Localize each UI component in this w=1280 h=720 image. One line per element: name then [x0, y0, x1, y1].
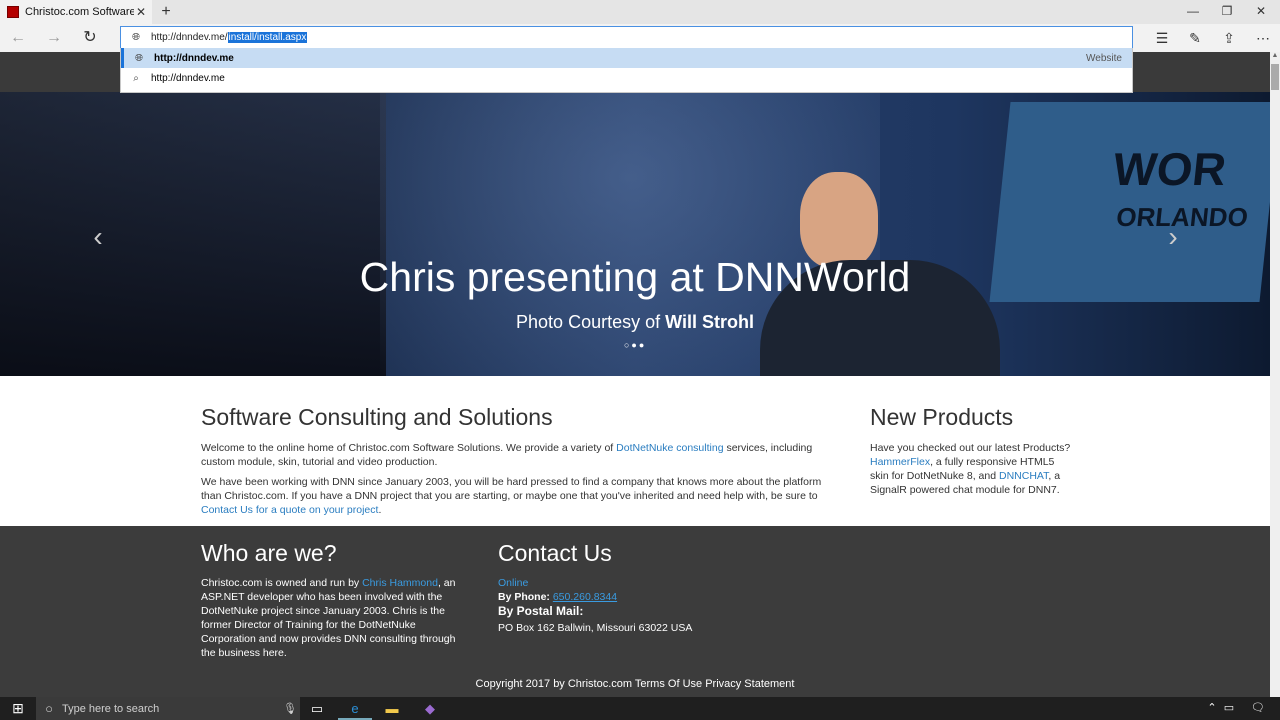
banner-text-1: WOR — [1110, 143, 1229, 195]
main-title: Software Consulting and Solutions — [201, 404, 553, 430]
phone-label: By Phone: — [498, 591, 553, 603]
history-paragraph: We have been working with DNN since Janu… — [201, 475, 836, 517]
window-close-icon[interactable]: ✕ — [1244, 0, 1278, 24]
maximize-icon[interactable]: ❐ — [1210, 0, 1244, 24]
search-icon: ⌕ — [133, 72, 139, 84]
suggestion-text: http://dnndev.me — [151, 72, 225, 84]
forward-icon[interactable]: → — [42, 28, 66, 48]
refresh-icon[interactable]: ↻ — [78, 28, 102, 48]
who-text-a: Christoc.com is owned and run by — [201, 577, 363, 589]
contact-phone: By Phone: 650.260.8344 — [498, 590, 617, 604]
hero-sub-prefix: Photo Courtesy of — [516, 312, 666, 332]
address-suggestions: 🌐︎ http://dnndev.me Website ⌕ http://dnn… — [120, 48, 1133, 93]
contact-title: Contact Us — [498, 540, 612, 566]
tab-bar: Christoc.com Software S ✕ + — ❐ ✕ — [0, 0, 1280, 24]
who-text-b: , an ASP.NET developer who has been invo… — [201, 577, 456, 659]
history-text-a: We have been working with DNN since Janu… — [201, 476, 822, 502]
hero-sub-name: Will Strohl — [665, 312, 754, 332]
carousel-prev-icon[interactable]: ‹ — [88, 222, 108, 252]
address-bar[interactable]: 🌐︎ http://dnndev.me/install/install.aspx — [120, 26, 1133, 48]
globe-icon: 🌐︎ — [132, 32, 140, 43]
postal-address: PO Box 162 Ballwin, Missouri 63022 USA — [498, 622, 693, 634]
tab-title: Christoc.com Software S — [25, 6, 134, 18]
hero-caption: Chris presenting at DNNWorld — [359, 254, 911, 300]
copyright-text: Copyright 2017 by Christoc.com Terms Of … — [475, 678, 795, 690]
products-title: New Products — [870, 404, 1014, 430]
share-icon[interactable]: ⇪ — [1218, 28, 1240, 48]
task-view-icon[interactable]: ▭ — [300, 697, 334, 720]
history-text-b: . — [378, 504, 382, 516]
cortana-icon: ○ — [45, 701, 53, 716]
page-scrollbar[interactable]: ▲ — [1270, 52, 1280, 697]
windows-start-icon[interactable]: ⊞ — [0, 697, 36, 720]
suggestion-type: Website — [1086, 52, 1122, 64]
more-icon[interactable]: ⋯ — [1252, 28, 1274, 48]
windows-taskbar: ⊞ ○ Type here to search 🎙︎ ▭ e ▬ ◆ ⌃ ▭ 🗨… — [0, 697, 1280, 720]
chris-hammond-link[interactable]: Chris Hammond — [362, 577, 438, 589]
hero-subcaption: Photo Courtesy of Will Strohl — [0, 312, 1270, 333]
intro-text-a: Welcome to the online home of Christoc.c… — [201, 442, 617, 454]
globe-icon: 🌐︎ — [135, 52, 143, 64]
hub-icon[interactable]: ☰ — [1151, 28, 1173, 48]
file-explorer-icon[interactable]: ▬ — [375, 697, 409, 720]
edge-browser-icon[interactable]: e — [338, 697, 372, 720]
products-text-a: Have you checked out our latest Products… — [870, 442, 1071, 454]
tray-chevron-icon[interactable]: ⌃ — [1205, 697, 1219, 720]
taskbar-search-box[interactable]: ○ Type here to search 🎙︎ — [36, 697, 300, 720]
suggestion-text: http://dnndev.me — [154, 52, 234, 64]
scrollbar-thumb[interactable] — [1271, 64, 1279, 90]
hero-carousel: WOR ORLANDO ‹ › Chris presenting at DNNW… — [0, 92, 1270, 376]
carousel-next-icon[interactable]: › — [1163, 222, 1183, 252]
products-paragraph: Have you checked out our latest Products… — [870, 441, 1075, 497]
microphone-icon[interactable]: 🎙︎ — [280, 702, 300, 715]
carousel-indicators[interactable]: ○●● — [624, 340, 646, 350]
dnnchat-link[interactable]: DNNCHAT — [999, 470, 1048, 482]
back-icon[interactable]: ← — [6, 28, 30, 48]
hammerflex-link[interactable]: HammerFlex — [870, 456, 930, 468]
site-favicon-icon — [7, 6, 19, 18]
who-title: Who are we? — [201, 540, 337, 566]
action-center-icon[interactable]: 🗨︎ — [1248, 697, 1268, 720]
suggestion-item[interactable]: ⌕ http://dnndev.me — [121, 68, 1132, 88]
url-selected-text: install/install.aspx — [227, 32, 308, 43]
visual-studio-icon[interactable]: ◆ — [413, 697, 447, 720]
hero-crowd-area — [0, 92, 386, 376]
url-prefix: http://dnndev.me/ — [151, 32, 228, 43]
consulting-link[interactable]: DotNetNuke consulting — [616, 442, 723, 454]
postal-label: By Postal Mail: — [498, 604, 584, 618]
contact-online-link[interactable]: Online — [498, 576, 528, 590]
main-content: Software Consulting and Solutions Welcom… — [0, 376, 1270, 526]
scroll-up-icon[interactable]: ▲ — [1270, 52, 1280, 62]
taskbar-search-placeholder: Type here to search — [62, 702, 160, 715]
minimize-icon[interactable]: — — [1176, 0, 1210, 24]
browser-tab[interactable]: Christoc.com Software S ✕ — [0, 0, 152, 24]
new-tab-button[interactable]: + — [156, 2, 176, 22]
close-tab-icon[interactable]: ✕ — [134, 5, 148, 19]
who-paragraph: Christoc.com is owned and run by Chris H… — [201, 576, 466, 660]
suggestion-item[interactable]: 🌐︎ http://dnndev.me Website — [121, 48, 1132, 68]
site-footer: Who are we? Christoc.com is owned and ru… — [0, 526, 1270, 697]
web-note-icon[interactable]: ✎ — [1184, 28, 1206, 48]
contact-quote-link[interactable]: Contact Us for a quote on your project — [201, 504, 378, 516]
network-icon[interactable]: ▭ — [1222, 697, 1236, 720]
intro-paragraph: Welcome to the online home of Christoc.c… — [201, 441, 831, 469]
phone-link[interactable]: 650.260.8344 — [553, 591, 617, 603]
